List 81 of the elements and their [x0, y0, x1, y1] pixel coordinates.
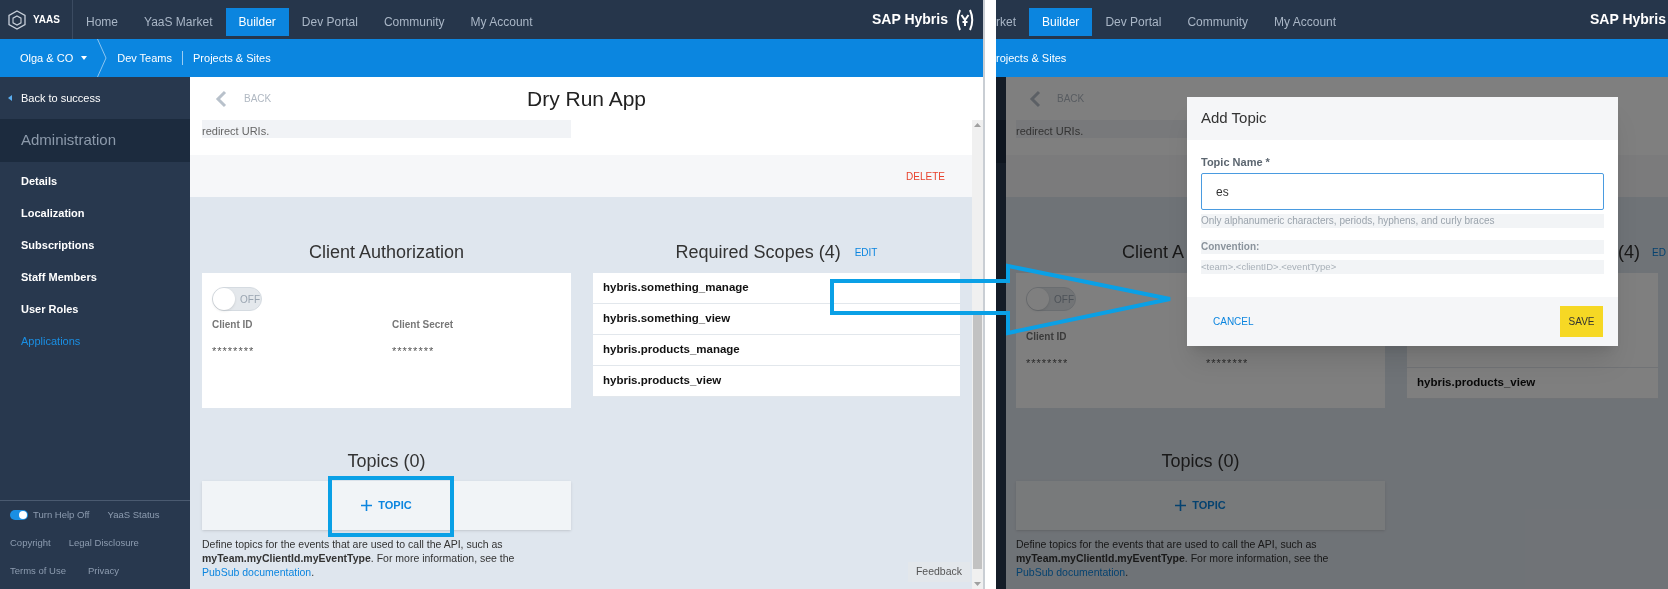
add-topic-button[interactable]: TOPIC [1016, 481, 1385, 530]
masked-value: ******** [1026, 358, 1070, 369]
brand-name: SAP Hybris [872, 10, 948, 29]
nav-tab[interactable]: Dev Portal [288, 8, 371, 36]
delete-button[interactable]: DELETE [906, 168, 945, 184]
footer-link[interactable]: YaaS Status [107, 507, 160, 523]
section-heading: Topics (0) [1161, 450, 1240, 472]
plus-icon [361, 500, 373, 511]
logo-icon [955, 7, 975, 32]
caret-left-icon [8, 95, 12, 101]
add-topic-button[interactable]: TOPIC [202, 481, 571, 530]
sidebar-item[interactable]: User Roles [0, 293, 190, 325]
page-title: Dry Run App [526, 85, 647, 112]
footer-link[interactable]: Privacy [87, 563, 120, 579]
section-heading: Required Scopes (4) [675, 241, 841, 263]
scope-item: hybris.something_manage [593, 273, 960, 304]
hint-text: Only alphanumeric characters, periods, hyphens, and curly braces [1201, 214, 1604, 228]
sidebar-item[interactable]: Details [0, 165, 190, 197]
section-heading: Client A [1122, 241, 1185, 263]
nav-tab[interactable]: Dev Portal [1092, 8, 1175, 36]
back-link[interactable]: Back to success [21, 89, 101, 107]
scope-item: hybris.products_manage [593, 335, 960, 366]
field-label: Client ID [1026, 331, 1068, 343]
topic-name-input[interactable]: es [1201, 173, 1604, 210]
footer-link[interactable]: Terms of Use [10, 563, 66, 579]
sidebar-item[interactable]: Applications [0, 325, 190, 357]
masked-value: ******** [1206, 358, 1250, 369]
logo-text: YAAS [33, 13, 60, 27]
breadcrumb-link[interactable]: Dev Teams [117, 49, 172, 67]
masked-value: ******** [392, 346, 436, 357]
nav-tab[interactable]: Builder [225, 8, 289, 36]
brand-name: SAP Hybris [1590, 10, 1666, 29]
nav-tab[interactable]: YaaS Market [131, 8, 226, 36]
scope-item: hybris.products_view [593, 366, 960, 397]
footer-link[interactable]: Legal Disclosure [68, 535, 139, 551]
info-text: redirect URIs. [1016, 125, 1084, 138]
toggle-label: Turn Help Off [33, 507, 90, 522]
back-chevron-icon [1029, 89, 1041, 108]
footer-link[interactable]: Copyright [10, 535, 51, 551]
edit-link[interactable]: EDIT [854, 244, 878, 260]
scope-item: hybris.products_view [1407, 368, 1658, 399]
field-label: Convention: [1201, 240, 1604, 254]
scrollbar[interactable] [972, 120, 983, 589]
scope-item: hybris.something_view [593, 304, 960, 335]
section-heading: Topics (0) [347, 450, 426, 472]
caret-down-icon[interactable] [974, 582, 981, 586]
nav-tab[interactable]: rket [996, 8, 1029, 36]
feedback-button[interactable]: Feedback [907, 562, 970, 582]
breadcrumb-link[interactable]: Projects & Sites [182, 51, 271, 65]
nav-tab[interactable]: Community [370, 8, 458, 36]
back-chevron-icon [215, 89, 227, 108]
section-title: Administration [21, 130, 117, 151]
caret-down-icon [81, 56, 88, 60]
info-text: redirect URIs. [202, 125, 270, 138]
hexagon-logo-icon [8, 9, 26, 30]
toggle-switch[interactable] [10, 510, 28, 520]
sidebar-item[interactable]: Subscriptions [0, 229, 190, 261]
nav-tab[interactable]: My Account [1261, 8, 1350, 36]
save-button[interactable]: SAVE [1560, 306, 1603, 337]
chevron-separator-icon [97, 39, 108, 77]
org-switcher[interactable]: Olga & CO [0, 49, 74, 67]
masked-value: ******** [212, 346, 256, 357]
plus-icon [1175, 500, 1187, 511]
field-label: Topic Name * [1201, 156, 1271, 168]
section-heading: Client Authorization [308, 241, 465, 263]
description-text: Define topics for the events that are used to call the API, such as myTeam.myClientId.myEventType. For more information, see the PubSub documentation. [1016, 537, 1330, 579]
nav-tab[interactable]: My Account [457, 8, 546, 36]
nav-tab[interactable]: Home [73, 8, 131, 36]
dialog-title: Add Topic [1201, 108, 1267, 129]
convention-text: <team>.<clientID>.<eventType> [1201, 260, 1604, 274]
section-heading: (4) [1618, 241, 1640, 263]
nav-tab[interactable]: Builder [1029, 8, 1093, 36]
sidebar-item[interactable]: Staff Members [0, 261, 190, 293]
cancel-button[interactable]: CANCEL [1213, 314, 1254, 329]
field-label: Client ID [212, 319, 254, 331]
caret-up-icon[interactable] [974, 123, 981, 127]
field-label: Client Secret [392, 319, 455, 331]
sidebar-item[interactable]: Localization [0, 197, 190, 229]
nav-tab[interactable]: Community [1174, 8, 1262, 36]
breadcrumb-link[interactable]: rojects & Sites [996, 49, 1067, 67]
description-text: Define topics for the events that are used to call the API, such as myTeam.myClientId.myEventType. For more information, see the PubSub documentation. [202, 537, 516, 579]
